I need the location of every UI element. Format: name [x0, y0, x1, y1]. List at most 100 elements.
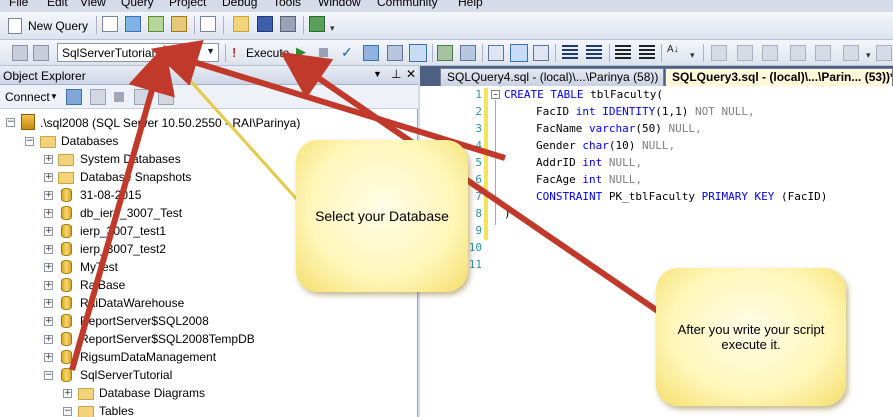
- tree-item-sqlservertutorial[interactable]: SqlServerTutorial: [80, 368, 172, 382]
- code-text: PK_tblFaculty: [602, 190, 702, 203]
- available-databases-dropdown[interactable]: SqlServerTutorial ▼: [57, 43, 219, 62]
- tree-item-database[interactable]: RigsumDataManagement: [80, 350, 216, 364]
- server-node[interactable]: .\sql2008 (SQL Server 10.50.2550 - RAI\P…: [40, 116, 300, 130]
- expand-icon[interactable]: +: [44, 191, 53, 200]
- save-icon[interactable]: [257, 16, 273, 32]
- decrease-indent-icon[interactable]: [615, 45, 631, 61]
- expand-icon[interactable]: +: [44, 227, 53, 236]
- expand-icon[interactable]: +: [44, 245, 53, 254]
- collapse-icon[interactable]: −: [25, 137, 34, 146]
- open-file-icon[interactable]: [233, 16, 249, 32]
- disabled-tool-icon: [737, 45, 753, 61]
- close-icon[interactable]: ✕: [406, 67, 416, 81]
- toolbar-overflow-icon[interactable]: ▾: [690, 50, 695, 61]
- specify-template-values-icon[interactable]: A↓: [667, 44, 679, 55]
- stop-icon[interactable]: [114, 92, 124, 102]
- collapse-icon[interactable]: −: [44, 371, 53, 380]
- tree-item-database[interactable]: 31-08-2015: [80, 188, 141, 202]
- menu-query[interactable]: Query: [121, 0, 154, 10]
- stop-icon[interactable]: [319, 48, 328, 57]
- results-to-grid-icon[interactable]: [409, 44, 427, 62]
- client-statistics-icon[interactable]: [460, 45, 476, 61]
- expand-icon[interactable]: +: [44, 155, 53, 164]
- disconnect-icon[interactable]: [33, 45, 49, 61]
- menu-file[interactable]: File: [9, 0, 28, 10]
- disabled-tool-icon: [711, 45, 727, 61]
- tree-item-database[interactable]: MyTest: [80, 260, 118, 274]
- database-engine-query-icon[interactable]: [102, 16, 118, 32]
- xmla-query-icon[interactable]: [171, 16, 187, 32]
- tree-item-database-diagrams[interactable]: Database Diagrams: [99, 386, 205, 400]
- chevron-down-icon[interactable]: ▼: [50, 92, 58, 101]
- expand-icon[interactable]: +: [44, 173, 53, 182]
- results-to-file-icon[interactable]: [533, 45, 549, 61]
- tree-item-tables[interactable]: Tables: [99, 404, 134, 417]
- print-icon[interactable]: [280, 16, 296, 32]
- tree-item-database[interactable]: RaiDataWarehouse: [80, 296, 184, 310]
- tree-item-database-snapshots[interactable]: Database Snapshots: [80, 170, 191, 184]
- tree-item-database[interactable]: ReportServer$SQL2008TempDB: [80, 332, 255, 346]
- dmx-query-icon[interactable]: [148, 16, 164, 32]
- tree-item-database[interactable]: ReportServer$SQL2008: [80, 314, 209, 328]
- disconnect-icon[interactable]: [90, 89, 106, 105]
- menu-project[interactable]: Project: [169, 0, 206, 10]
- tree-item-database[interactable]: ierp_3007_test2: [80, 242, 166, 256]
- expand-icon[interactable]: +: [44, 281, 53, 290]
- expand-icon[interactable]: +: [44, 299, 53, 308]
- results-to-text-icon[interactable]: [488, 45, 504, 61]
- connect-object-explorer-icon[interactable]: [66, 89, 82, 105]
- menu-view[interactable]: View: [80, 0, 106, 10]
- tree-item-database[interactable]: db_ierp_3007_Test: [80, 206, 182, 220]
- database-icon: [61, 278, 72, 292]
- object-explorer-toolbar: Connect ▼: [0, 85, 418, 109]
- toolbar-overflow-icon[interactable]: ▾: [866, 50, 871, 61]
- expand-icon[interactable]: +: [44, 209, 53, 218]
- execute-button[interactable]: ! Execute: [230, 42, 292, 64]
- menu-window[interactable]: Window: [318, 0, 361, 10]
- menu-tools[interactable]: Tools: [273, 0, 301, 10]
- expand-icon[interactable]: +: [63, 389, 72, 398]
- sql-compact-query-icon[interactable]: [200, 16, 216, 32]
- expand-icon[interactable]: +: [44, 263, 53, 272]
- connect-icon[interactable]: [12, 45, 28, 61]
- dropdown-arrow-icon[interactable]: ▼: [373, 69, 382, 79]
- menu-debug[interactable]: Debug: [222, 0, 257, 10]
- expand-icon[interactable]: +: [44, 353, 53, 362]
- debug-play-icon[interactable]: ▶: [296, 44, 306, 60]
- tab-sqlquery4[interactable]: SQLQuery4.sql - (local)\...\Parinya (58)…: [440, 68, 664, 86]
- mdx-query-icon[interactable]: [125, 16, 141, 32]
- document-tabstrip: SQLQuery4.sql - (local)\...\Parinya (58)…: [420, 66, 893, 86]
- expand-icon[interactable]: +: [44, 335, 53, 344]
- expand-icon[interactable]: +: [44, 317, 53, 326]
- filter-icon[interactable]: [134, 89, 150, 105]
- uncomment-lines-icon[interactable]: [586, 45, 602, 61]
- results-to-grid-active-icon[interactable]: [510, 44, 528, 62]
- disabled-tool-icon: [790, 45, 806, 61]
- menu-community[interactable]: Community: [377, 0, 438, 10]
- tab-sqlquery3[interactable]: SQLQuery3.sql - (local)\...\Parin... (53…: [665, 68, 893, 86]
- collapse-icon[interactable]: −: [63, 407, 72, 416]
- query-designer-icon[interactable]: [363, 45, 379, 61]
- connect-dropdown[interactable]: Connect: [5, 90, 50, 104]
- pin-icon[interactable]: ⊥: [391, 67, 401, 81]
- collapse-icon[interactable]: −: [6, 118, 15, 127]
- include-plan-icon[interactable]: [437, 45, 453, 61]
- check-icon[interactable]: ✓: [341, 44, 353, 61]
- refresh-icon[interactable]: [158, 89, 174, 105]
- estimated-plan-icon[interactable]: [387, 45, 403, 61]
- tree-item-database[interactable]: RaiBase: [80, 278, 125, 292]
- comment-lines-icon[interactable]: [562, 45, 578, 61]
- execute-label: Execute: [246, 46, 290, 60]
- menu-edit[interactable]: Edit: [47, 0, 68, 10]
- increase-indent-icon[interactable]: [639, 45, 655, 61]
- tree-item-database[interactable]: ierp_3007_test1: [80, 224, 166, 238]
- menu-help[interactable]: Help: [458, 0, 483, 10]
- tree-item-system-databases[interactable]: System Databases: [80, 152, 181, 166]
- databases-node[interactable]: Databases: [61, 134, 118, 148]
- database-icon: [61, 206, 72, 220]
- activity-monitor-icon[interactable]: [309, 16, 325, 32]
- toolbar-overflow-icon[interactable]: ▾: [330, 22, 338, 34]
- collapse-region-icon[interactable]: −: [491, 90, 500, 99]
- new-query-button[interactable]: New Query: [6, 15, 94, 37]
- chevron-down-icon[interactable]: ▼: [206, 46, 215, 56]
